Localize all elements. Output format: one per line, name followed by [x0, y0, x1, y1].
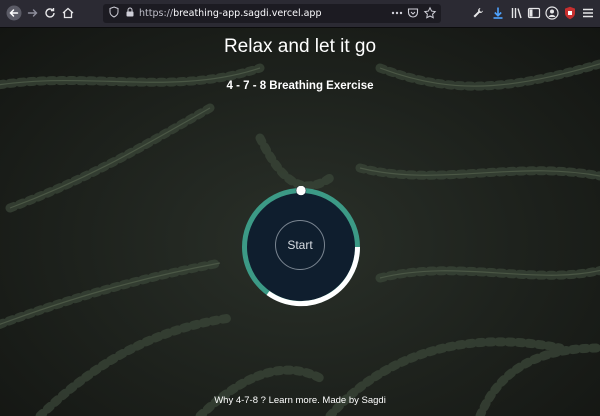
url-host: breathing-app.sagdi.vercel.app: [173, 8, 322, 19]
ublock-icon[interactable]: [562, 5, 578, 21]
sidebar-icon[interactable]: [526, 5, 542, 21]
account-icon[interactable]: [544, 5, 560, 21]
forward-arrow-icon[interactable]: [25, 5, 41, 21]
start-button[interactable]: Start: [275, 220, 325, 270]
home-icon[interactable]: [60, 5, 76, 21]
progress-indicator-dot: [295, 186, 307, 196]
tracking-shield-icon[interactable]: [107, 6, 121, 20]
pocket-icon[interactable]: [406, 6, 420, 20]
url-scheme: https://: [139, 8, 174, 19]
reload-icon[interactable]: [42, 5, 58, 21]
hamburger-menu-icon[interactable]: [580, 5, 596, 21]
app-page: Relax and let it go 4 - 7 - 8 Breathing …: [0, 28, 600, 416]
url-bar[interactable]: https://breathing-app.sagdi.vercel.app: [103, 4, 441, 23]
url-text[interactable]: https://breathing-app.sagdi.vercel.app: [139, 4, 322, 23]
back-arrow-icon[interactable]: [6, 5, 22, 21]
page-subtitle: 4 - 7 - 8 Breathing Exercise: [226, 80, 374, 92]
library-icon[interactable]: [509, 5, 525, 21]
star-icon[interactable]: [423, 6, 437, 20]
lock-icon[interactable]: [123, 6, 137, 20]
download-icon[interactable]: [490, 5, 506, 21]
footer-text[interactable]: Why 4-7-8 ? Learn more. Made by Sagdi: [0, 395, 600, 406]
wrench-icon[interactable]: [470, 5, 486, 21]
browser-toolbar: https://breathing-app.sagdi.vercel.app: [0, 0, 600, 28]
page-title: Relax and let it go: [223, 36, 377, 57]
more-icon[interactable]: [390, 6, 404, 20]
